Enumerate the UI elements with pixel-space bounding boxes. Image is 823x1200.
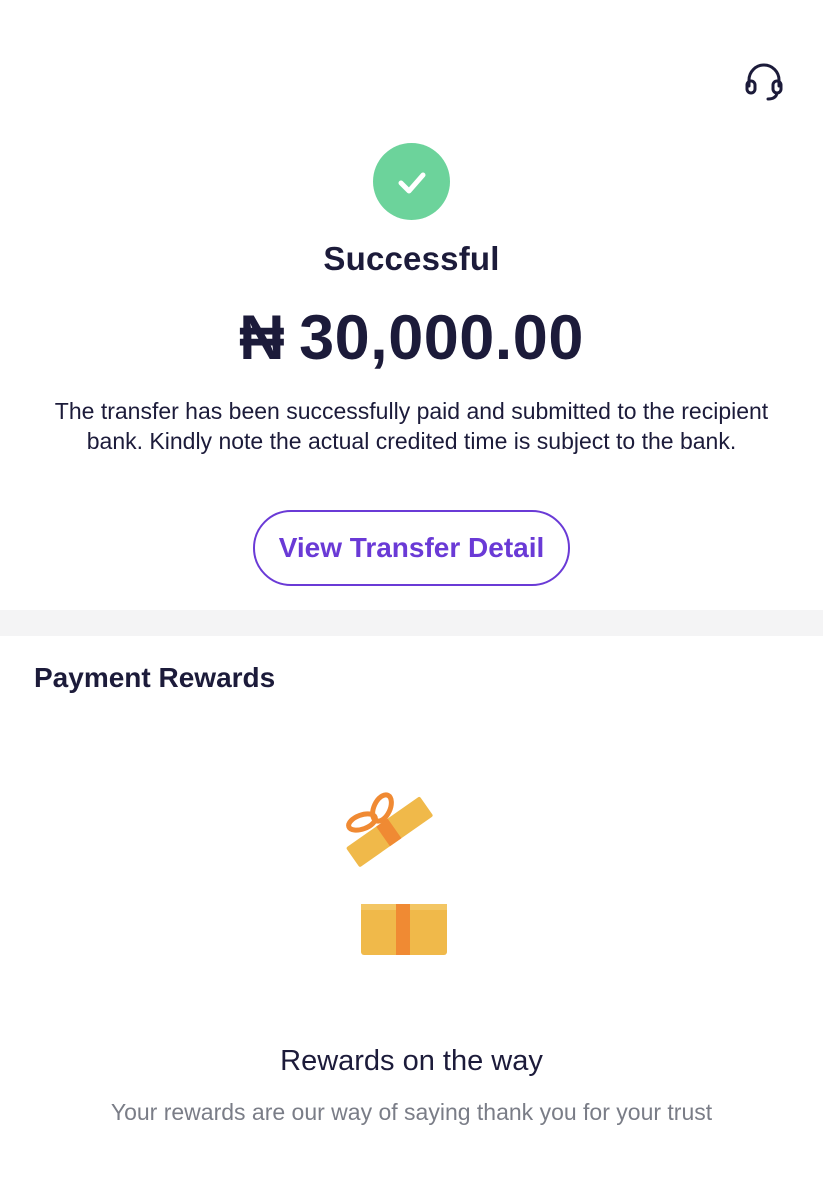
amount-value: 30,000.00 xyxy=(299,303,584,373)
status-message: The transfer has been successfully paid … xyxy=(54,398,769,454)
success-badge xyxy=(373,143,450,220)
rewards-subtitle: Your rewards are our way of saying thank… xyxy=(110,1099,713,1125)
status-title: Successful xyxy=(323,240,500,277)
check-icon xyxy=(398,172,425,193)
view-transfer-detail-button[interactable]: View Transfer Detail xyxy=(253,510,570,586)
section-divider xyxy=(0,610,823,636)
currency-symbol: ₦ xyxy=(239,303,286,373)
transfer-amount: ₦ 30,000.00 xyxy=(0,302,823,374)
payment-rewards-section: Payment Rewards Rewards on the way Your … xyxy=(0,636,823,1200)
rewards-heading: Payment Rewards xyxy=(34,662,276,693)
transfer-status-section: Successful ₦ 30,000.00 The transfer has b… xyxy=(0,0,823,610)
rewards-title: Rewards on the way xyxy=(280,1045,543,1077)
gift-box-icon xyxy=(346,792,447,955)
transfer-success-page: Successful ₦ 30,000.00 The transfer has b… xyxy=(0,0,823,1200)
